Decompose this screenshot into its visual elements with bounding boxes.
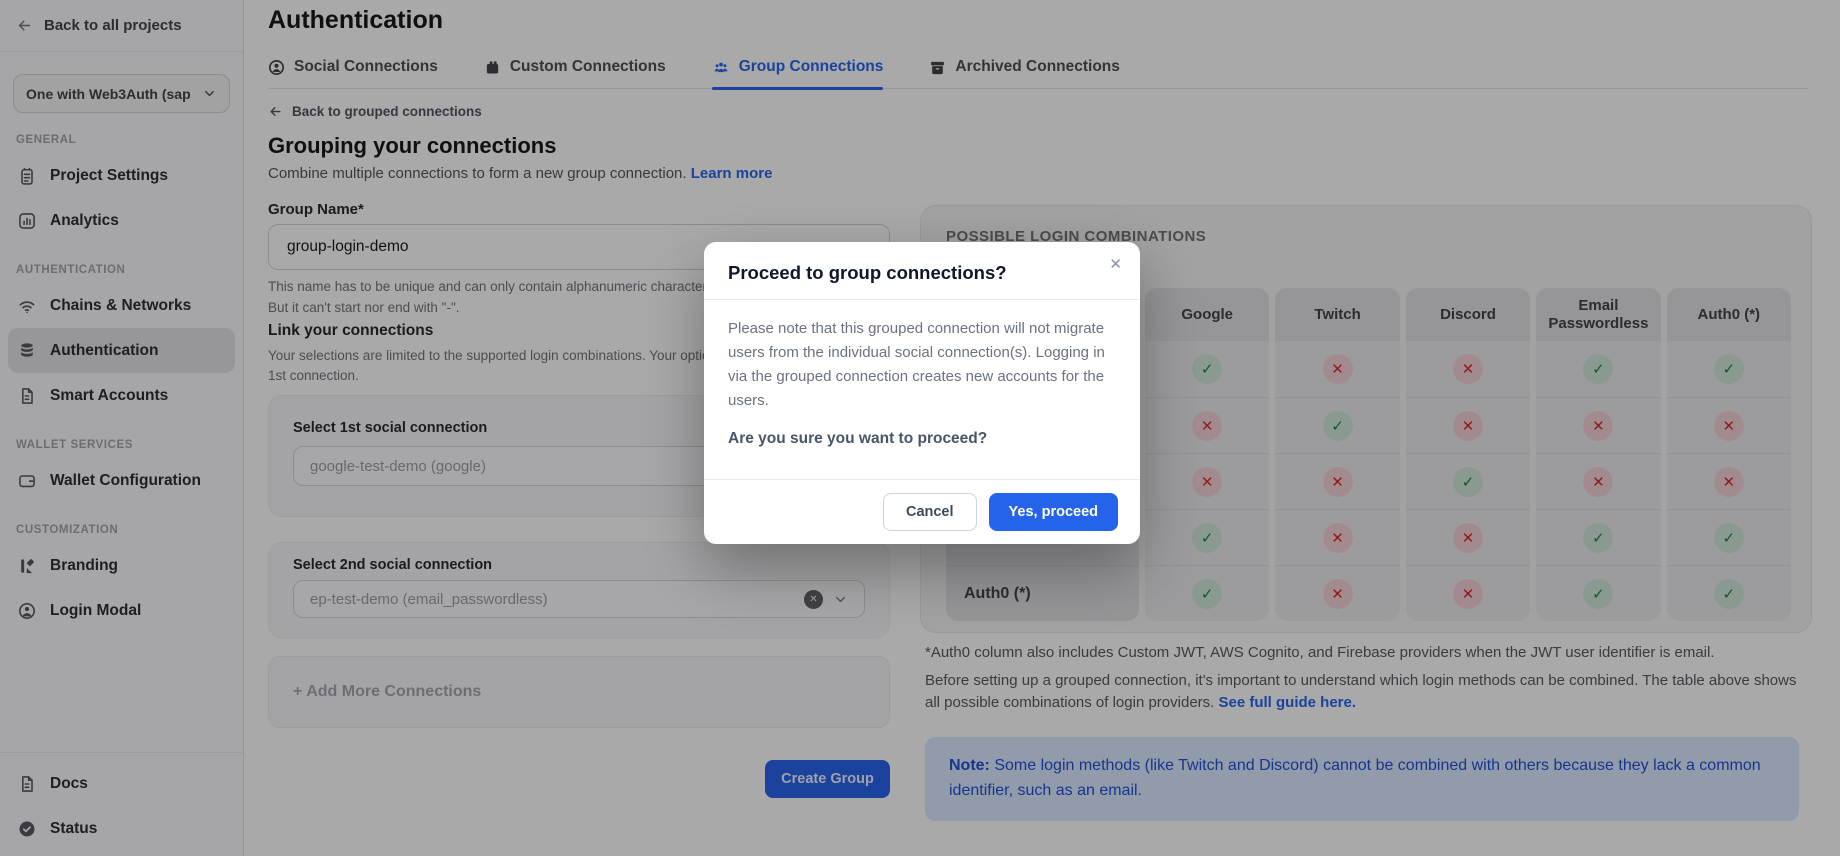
- modal-body-text: Please note that this grouped connection…: [728, 317, 1116, 413]
- modal-body: Please note that this grouped connection…: [704, 300, 1140, 448]
- modal-title: Proceed to group connections?: [728, 262, 1116, 284]
- modal-header: Proceed to group connections? ✕: [704, 242, 1140, 299]
- proceed-modal: Proceed to group connections? ✕ Please n…: [704, 242, 1140, 544]
- modal-footer: Cancel Yes, proceed: [704, 479, 1140, 544]
- cancel-button[interactable]: Cancel: [883, 493, 977, 531]
- yes-proceed-button[interactable]: Yes, proceed: [989, 493, 1118, 531]
- close-icon[interactable]: ✕: [1109, 257, 1122, 272]
- modal-confirm-question: Are you sure you want to proceed?: [728, 430, 1116, 448]
